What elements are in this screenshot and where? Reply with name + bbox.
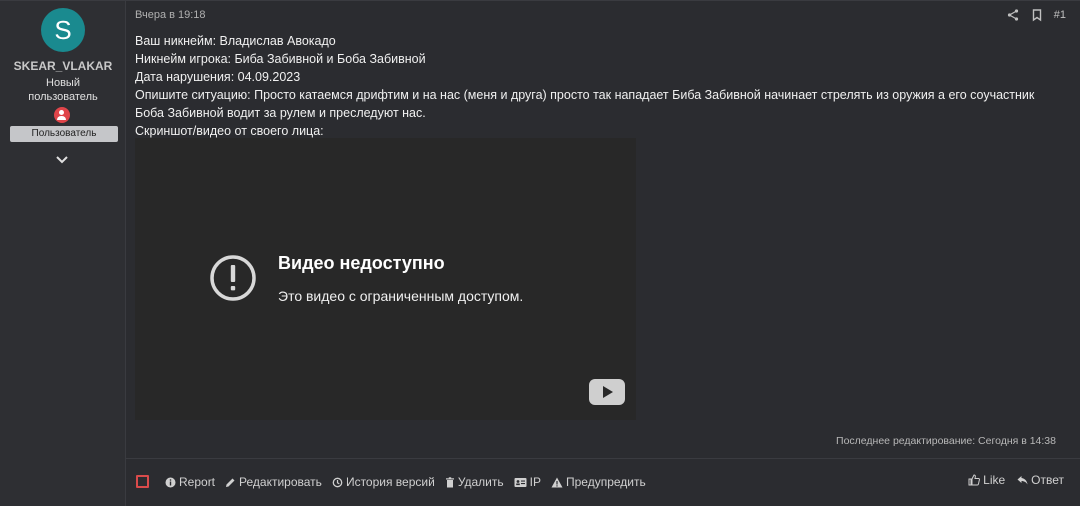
ip-label: IP	[529, 475, 541, 489]
warning-triangle-icon	[551, 477, 563, 487]
pencil-icon	[226, 478, 235, 487]
post-line: Дата нарушения: 04.09.2023	[135, 70, 301, 84]
reply-label: Ответ	[1031, 473, 1064, 487]
select-post-checkbox[interactable]	[136, 475, 149, 488]
post-line: Ваш никнейм: Владислав Авокадо	[135, 34, 336, 48]
share-icon[interactable]	[1006, 8, 1020, 22]
delete-label: Удалить	[457, 475, 504, 489]
video-unavailable-title: Видео недоступно	[278, 253, 445, 273]
edit-label: Редактировать	[239, 475, 322, 489]
forum-post: S SKEAR_VLAKAR Новый пользователь Пользо…	[0, 0, 1080, 506]
info-icon	[165, 477, 176, 487]
new-user-icon	[54, 107, 70, 123]
youtube-icon[interactable]	[589, 379, 625, 405]
embedded-video[interactable]: Видео недоступно Это видео с ограниченны…	[135, 138, 636, 420]
user-sidebar: S SKEAR_VLAKAR Новый пользователь Пользо…	[0, 1, 126, 506]
reply-icon	[1017, 476, 1028, 485]
delete-button[interactable]: Удалить	[445, 475, 504, 489]
like-button[interactable]: Like	[968, 473, 1005, 487]
last-edit-info: Последнее редактирование: Сегодня в 14:3…	[836, 435, 1056, 447]
post-line: Никнейм игрока: Биба Забивной и Боба Заб…	[135, 52, 426, 66]
chevron-down-icon[interactable]	[55, 153, 69, 167]
history-icon	[332, 477, 343, 487]
avatar[interactable]: S	[41, 8, 85, 52]
reply-button[interactable]: Ответ	[1017, 473, 1064, 487]
user-role-badge: Пользователь	[10, 126, 118, 142]
post-date[interactable]: Вчера в 19:18	[135, 9, 206, 21]
post-body: Ваш никнейм: Владислав Авокадо Никнейм и…	[135, 32, 1065, 140]
report-button[interactable]: Report	[165, 475, 215, 489]
edit-button[interactable]: Редактировать	[225, 475, 322, 489]
report-label: Report	[179, 475, 216, 489]
post-actions: Report Редактировать История версий Удал…	[165, 475, 646, 489]
post-number[interactable]: #1	[1054, 9, 1066, 21]
warning-circle-icon	[210, 255, 256, 301]
post-reactions: Like Ответ	[968, 473, 1064, 487]
post-line: Опишите ситуацию: Просто катаемся дрифти…	[135, 88, 1035, 120]
trash-icon	[445, 476, 454, 487]
post-footer: Report Редактировать История версий Удал…	[126, 458, 1080, 506]
username-link[interactable]: SKEAR_VLAKAR	[0, 59, 126, 73]
ip-button[interactable]: IP	[514, 475, 541, 489]
post-header-actions: #1	[1006, 8, 1066, 22]
warn-button[interactable]: Предупредить	[551, 475, 646, 489]
thumbs-up-icon	[968, 474, 981, 486]
like-label: Like	[983, 473, 1006, 487]
id-card-icon	[514, 477, 527, 487]
bookmark-icon[interactable]	[1030, 8, 1044, 22]
warn-label: Предупредить	[565, 475, 646, 489]
video-unavailable-subtitle: Это видео с ограниченным доступом.	[278, 288, 524, 304]
user-title: Новый пользователь	[28, 77, 98, 103]
history-button[interactable]: История версий	[332, 475, 435, 489]
history-label: История версий	[345, 475, 435, 489]
